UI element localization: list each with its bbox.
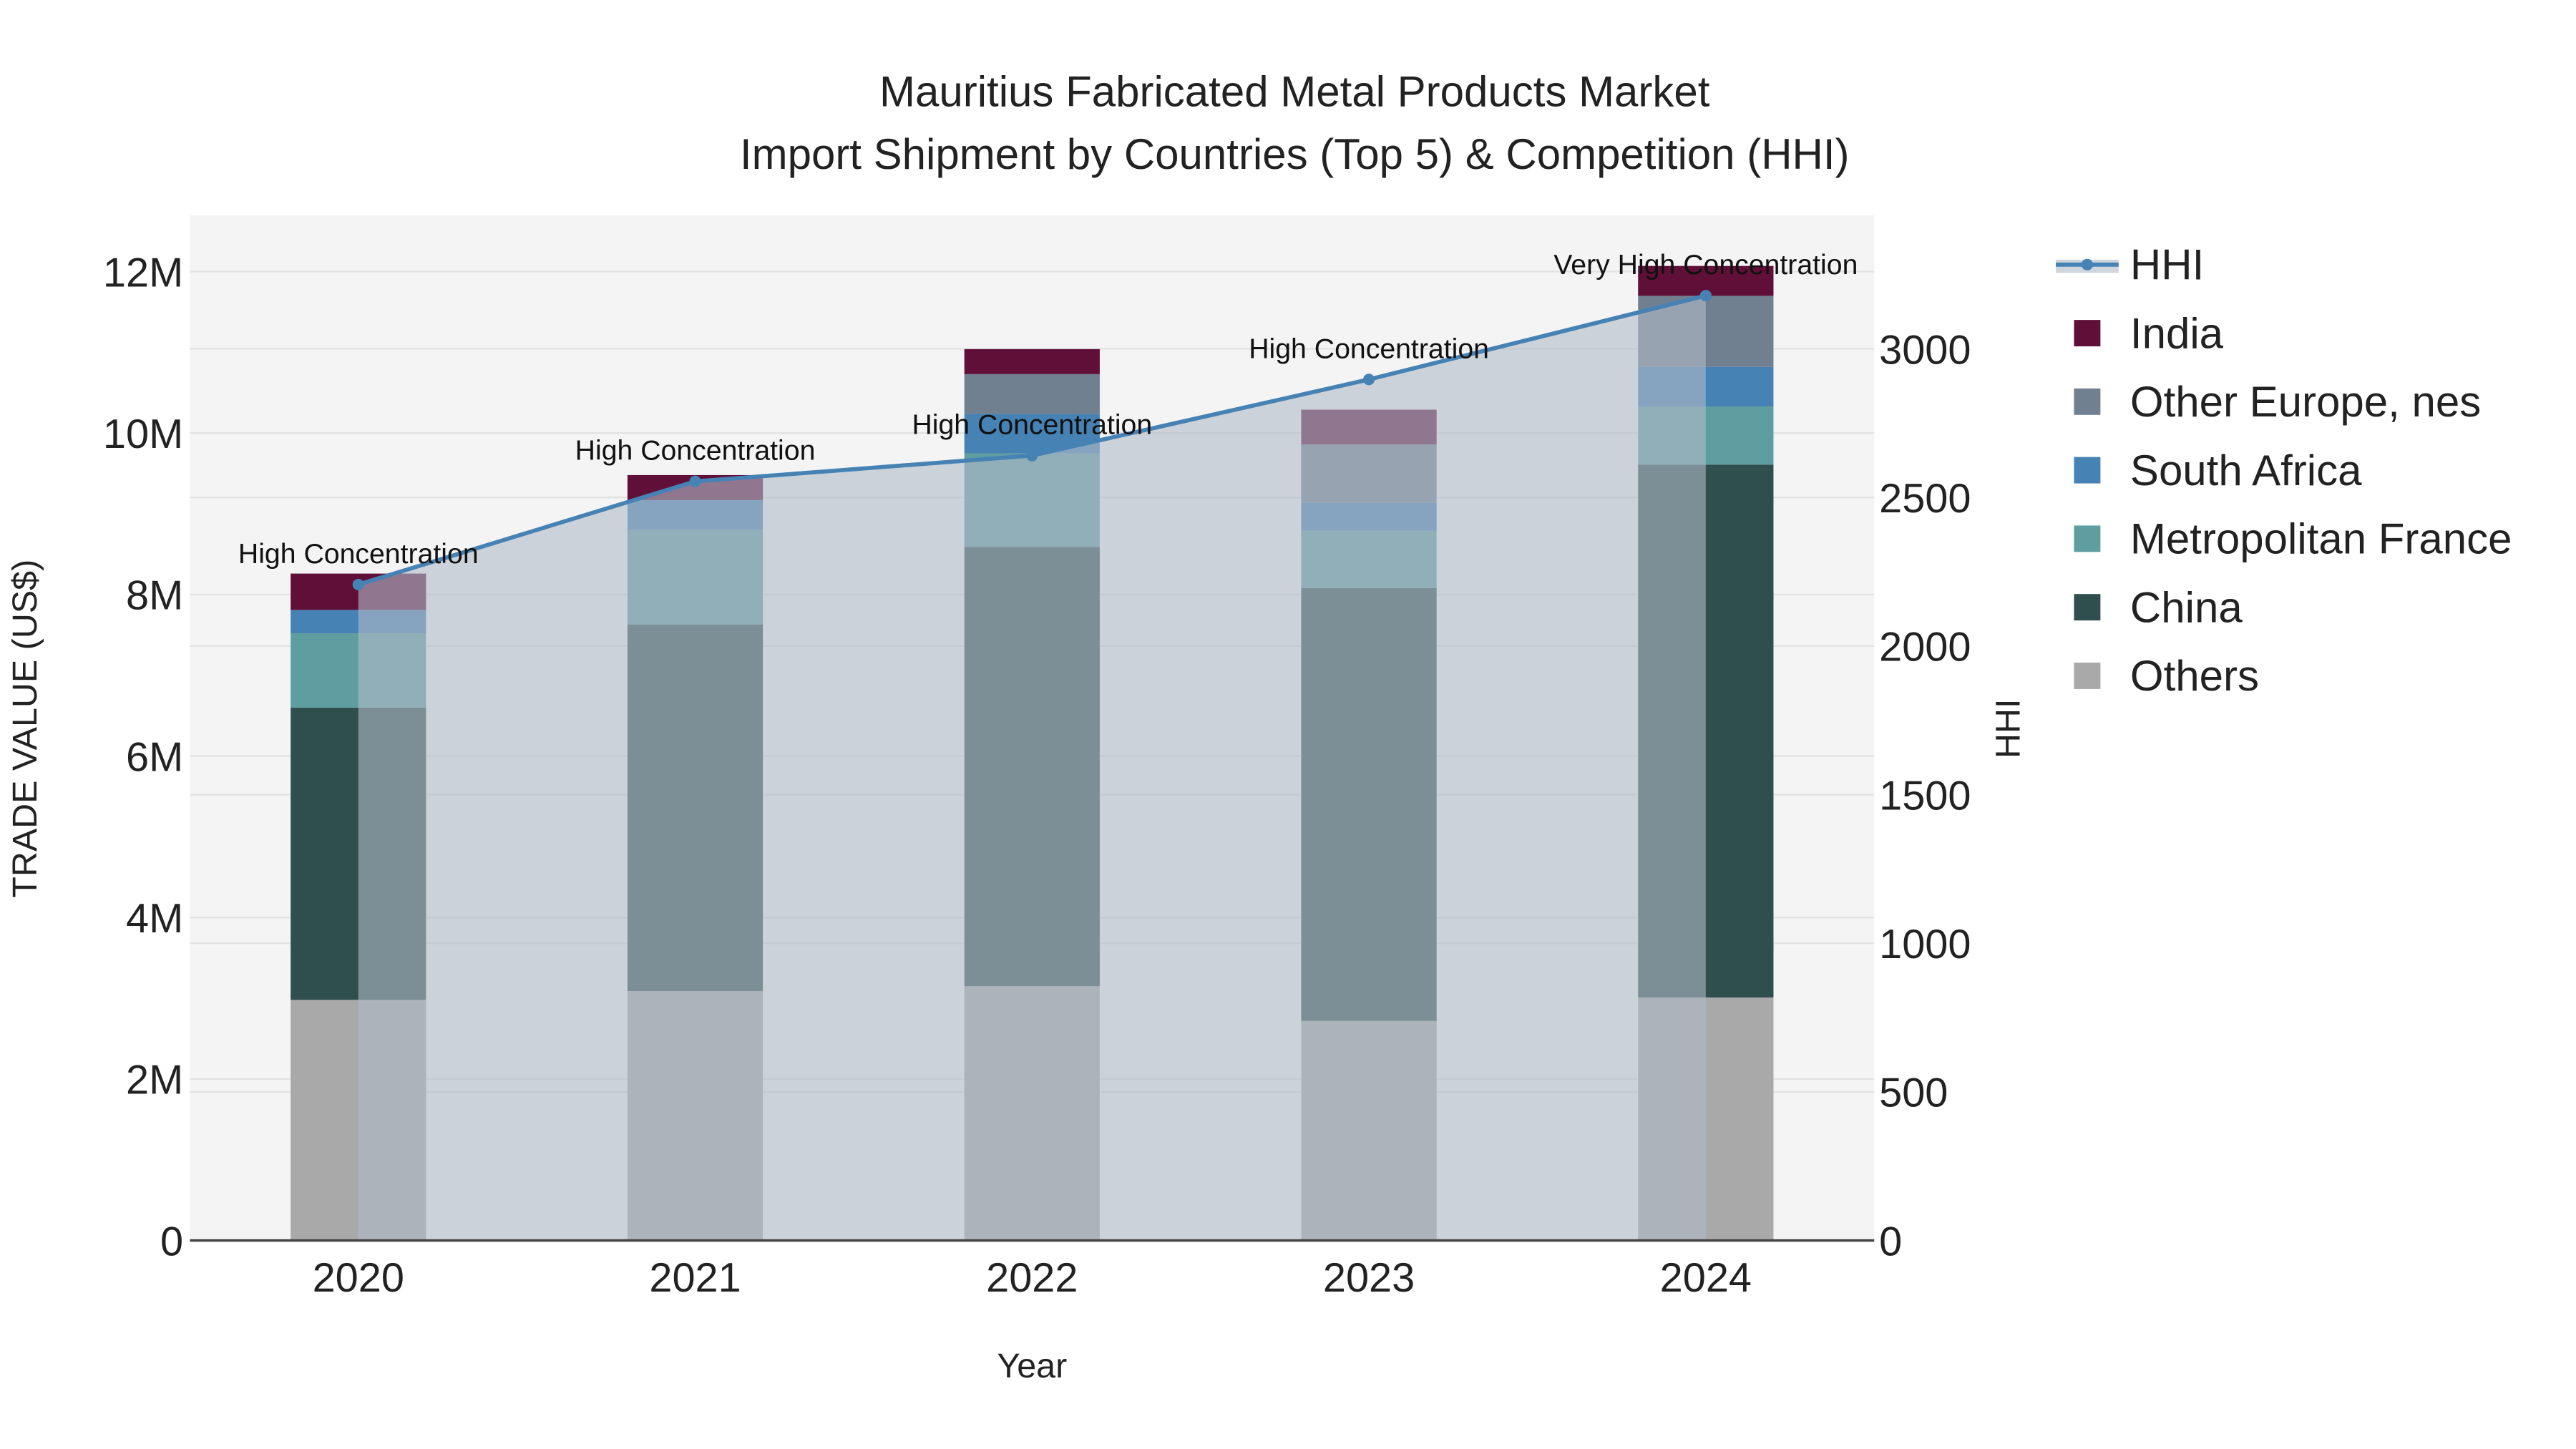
hhi-point-2022 xyxy=(1026,449,1038,462)
y2-tick-label: 1000 xyxy=(1879,922,1971,967)
hhi-point-2023 xyxy=(1363,374,1375,386)
y2-tick-label: 2500 xyxy=(1879,476,1971,522)
legend-label: HHI xyxy=(2130,241,2204,289)
x-tick-label: 2024 xyxy=(1660,1255,1752,1301)
y2-axis-title: HHI xyxy=(1989,699,2027,758)
y2-tick-label: 2000 xyxy=(1879,625,1971,670)
x-tick-label: 2022 xyxy=(986,1255,1078,1301)
legend-swatch-metropolitan-france xyxy=(2074,525,2101,552)
legend-label: India xyxy=(2130,309,2224,357)
y-tick-label: 10M xyxy=(103,411,183,457)
hhi-annotation: High Concentration xyxy=(575,435,816,467)
legend-swatch-south-africa xyxy=(2074,457,2101,484)
legend-label: Metropolitan France xyxy=(2130,515,2512,563)
hhi-point-2021 xyxy=(689,475,701,487)
hhi-annotation: High Concentration xyxy=(238,538,479,570)
y-tick-label: 4M xyxy=(126,896,183,942)
legend-label: China xyxy=(2130,583,2243,631)
x-axis-title: Year xyxy=(997,1347,1067,1385)
y-tick-label: 12M xyxy=(103,250,183,296)
chart-title: Mauritius Fabricated Metal Products Mark… xyxy=(879,67,1710,115)
legend-label: South Africa xyxy=(2130,447,2362,494)
x-tick-label: 2020 xyxy=(313,1255,404,1301)
hhi-annotation: Very High Concentration xyxy=(1553,249,1858,280)
y-tick-label: 2M xyxy=(126,1058,183,1103)
chart: Mauritius Fabricated Metal Products Mark… xyxy=(0,0,2576,1449)
legend-swatch-india xyxy=(2074,320,2101,347)
y-tick-label: 8M xyxy=(126,573,183,619)
x-tick-label: 2023 xyxy=(1323,1255,1415,1301)
chart-subtitle: Import Shipment by Countries (Top 5) & C… xyxy=(740,130,1850,178)
y-tick-label: 6M xyxy=(126,734,183,780)
bar-india-2022 xyxy=(964,348,1100,374)
y2-tick-label: 500 xyxy=(1879,1070,1948,1116)
y-axis-title: TRADE VALUE (US$) xyxy=(6,560,44,898)
x-tick-label: 2021 xyxy=(649,1255,741,1301)
hhi-annotation: High Concentration xyxy=(1249,333,1489,364)
legend-label: Others xyxy=(2130,652,2259,700)
legend-hhi-marker xyxy=(2081,258,2093,270)
y2-tick-label: 0 xyxy=(1879,1219,1902,1264)
y-tick-label: 0 xyxy=(160,1219,183,1264)
bar-other-europe-nes-2022 xyxy=(964,374,1100,414)
hhi-point-2020 xyxy=(352,578,364,590)
legend-label: Other Europe, nes xyxy=(2130,378,2481,426)
legend-swatch-china xyxy=(2074,594,2101,621)
hhi-point-2024 xyxy=(1699,290,1712,302)
legend-swatch-other-europe-nes xyxy=(2074,388,2101,415)
y2-tick-label: 3000 xyxy=(1879,327,1971,373)
hhi-annotation: High Concentration xyxy=(912,409,1152,441)
legend-swatch-others xyxy=(2074,662,2101,689)
y2-tick-label: 1500 xyxy=(1879,773,1971,819)
